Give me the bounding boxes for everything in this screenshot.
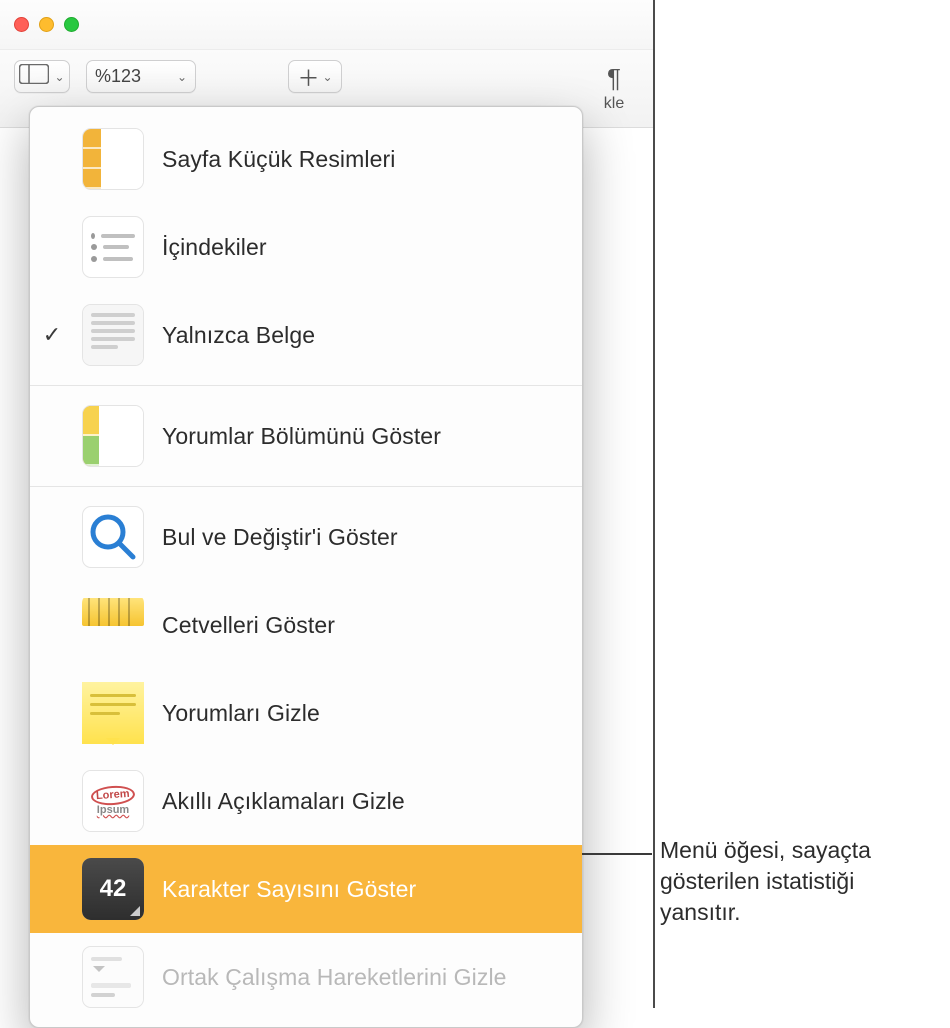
ruler-icon	[82, 594, 144, 656]
menu-item-document-only[interactable]: ✓ Yalnızca Belge	[30, 291, 582, 379]
menu-item-label: Yorumlar Bölümünü Göster	[162, 423, 441, 450]
menu-item-label: İçindekiler	[162, 234, 267, 261]
close-window-button[interactable]	[14, 17, 29, 32]
format-button[interactable]: ¶ kle	[589, 60, 639, 113]
lorem-icon: LoremIpsum	[82, 770, 144, 832]
fullscreen-window-button[interactable]	[64, 17, 79, 32]
callout-text: Menü öğesi, sayaçta gösterilen istatisti…	[652, 835, 922, 928]
menu-item-label: Karakter Sayısını Göster	[162, 876, 416, 903]
collab-icon	[82, 946, 144, 1008]
thumbnails-icon	[82, 128, 144, 190]
count-icon: 42	[82, 858, 144, 920]
callout-annotation: Menü öğesi, sayaçta gösterilen istatisti…	[582, 835, 922, 928]
menu-group-comments-pane: Yorumlar Bölümünü Göster	[30, 392, 582, 480]
menu-group-navigation: Sayfa Küçük Resimleri İçindekiler ✓ Yaln…	[30, 115, 582, 379]
menu-item-label: Bul ve Değiştir'i Göster	[162, 524, 398, 551]
chevron-down-icon: ⌄	[54, 70, 64, 84]
menu-item-page-thumbnails[interactable]: Sayfa Küçük Resimleri	[30, 115, 582, 203]
toc-icon	[82, 216, 144, 278]
menu-item-show-character-count[interactable]: 42 Karakter Sayısını Göster	[30, 845, 582, 933]
menu-item-show-find-replace[interactable]: Bul ve Değiştir'i Göster	[30, 493, 582, 581]
minimize-window-button[interactable]	[39, 17, 54, 32]
format-label: kle	[604, 95, 624, 113]
count-value: 42	[100, 875, 127, 903]
comments-pane-icon	[82, 405, 144, 467]
menu-item-hide-comments[interactable]: Yorumları Gizle	[30, 669, 582, 757]
menu-item-table-of-contents[interactable]: İçindekiler	[30, 203, 582, 291]
menu-separator	[30, 385, 582, 386]
plus-icon: ＋	[297, 61, 319, 93]
menu-item-label: Cetvelleri Göster	[162, 612, 335, 639]
chevron-down-icon: ⌄	[177, 70, 187, 84]
menu-item-hide-smart-annotations[interactable]: LoremIpsum Akıllı Açıklamaları Gizle	[30, 757, 582, 845]
pilcrow-icon: ¶	[607, 63, 621, 94]
sidebar-icon	[19, 64, 49, 89]
menu-item-show-comments-pane[interactable]: Yorumlar Bölümünü Göster	[30, 392, 582, 480]
insert-button[interactable]: ＋ ⌄	[288, 60, 342, 93]
menu-item-label: Ortak Çalışma Hareketlerini Gizle	[162, 964, 507, 991]
document-only-icon	[82, 304, 144, 366]
view-menu-button[interactable]: ⌄	[14, 60, 70, 93]
zoom-dropdown[interactable]: %123 ⌄	[86, 60, 196, 93]
zoom-value: %123	[95, 66, 141, 87]
menu-item-label: Yorumları Gizle	[162, 700, 320, 727]
menu-group-tools: Bul ve Değiştir'i Göster Cetvelleri Göst…	[30, 493, 582, 1021]
menu-item-show-rulers[interactable]: Cetvelleri Göster	[30, 581, 582, 669]
view-menu-dropdown: Sayfa Küçük Resimleri İçindekiler ✓ Yaln…	[29, 106, 583, 1028]
callout-leader-line	[582, 853, 652, 855]
menu-item-label: Yalnızca Belge	[162, 322, 315, 349]
menu-separator	[30, 486, 582, 487]
note-icon	[82, 682, 144, 744]
menu-item-label: Sayfa Küçük Resimleri	[162, 146, 395, 173]
checkmark-icon: ✓	[40, 322, 64, 348]
chevron-down-icon: ⌄	[322, 70, 332, 84]
titlebar	[0, 0, 653, 50]
menu-item-label: Akıllı Açıklamaları Gizle	[162, 788, 405, 815]
window-controls	[14, 17, 79, 32]
search-icon	[82, 506, 144, 568]
